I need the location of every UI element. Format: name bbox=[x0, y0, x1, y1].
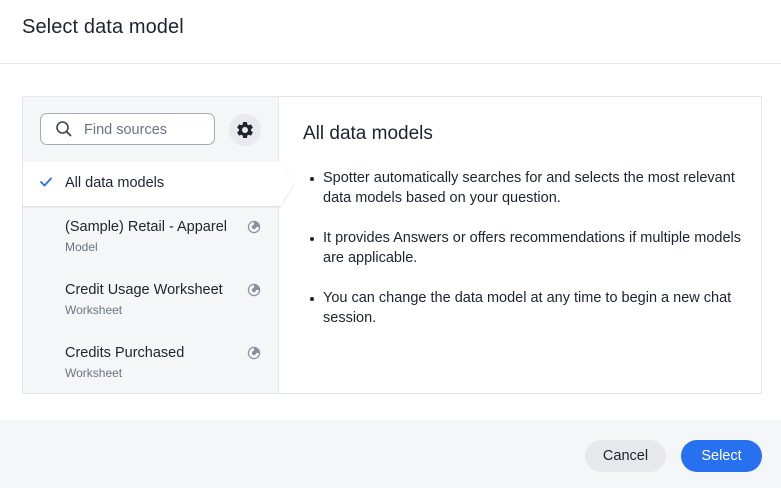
sidebar-item-credit-usage-worksheet[interactable]: Credit Usage Worksheet Worksheet bbox=[23, 282, 279, 342]
sidebar-item-sample-retail-apparel[interactable]: (Sample) Retail - Apparel Model bbox=[23, 219, 279, 279]
sidebar-item-all-data-models[interactable]: All data models bbox=[23, 162, 293, 206]
bullet-dot bbox=[310, 237, 314, 241]
cancel-button[interactable]: Cancel bbox=[585, 440, 666, 472]
search-box[interactable] bbox=[40, 113, 215, 145]
bullet-text: You can change the data model at any tim… bbox=[323, 290, 732, 326]
sidebar-item-credits-purchased[interactable]: Credits Purchased Worksheet bbox=[23, 345, 279, 405]
select-button[interactable]: Select bbox=[681, 440, 762, 472]
bullet-dot bbox=[310, 297, 314, 301]
find-sources-input[interactable] bbox=[84, 120, 209, 140]
source-name: Credits Purchased bbox=[65, 345, 185, 361]
dialog-footer: Cancel Select bbox=[0, 420, 781, 488]
eye-icon[interactable] bbox=[247, 283, 261, 297]
eye-icon[interactable] bbox=[247, 346, 261, 360]
source-name: (Sample) Retail - Apparel bbox=[65, 219, 227, 235]
bullet-item: It provides Answers or offers recommenda… bbox=[303, 228, 743, 268]
bullet-dot bbox=[310, 177, 314, 181]
check-icon bbox=[40, 177, 52, 187]
source-name: Credit Usage Worksheet bbox=[65, 282, 223, 298]
source-type: Worksheet bbox=[65, 303, 123, 317]
gear-icon bbox=[237, 122, 253, 138]
dialog-header: Select data model bbox=[0, 0, 781, 64]
search-icon bbox=[56, 121, 72, 137]
bullet-text: Spotter automatically searches for and s… bbox=[323, 170, 735, 206]
details-title: All data models bbox=[303, 123, 433, 144]
bullet-item: You can change the data model at any tim… bbox=[303, 288, 743, 328]
data-model-panel: All data models (Sample) Retail - Appare… bbox=[22, 96, 762, 394]
source-type: Model bbox=[65, 240, 98, 254]
source-type: Worksheet bbox=[65, 366, 123, 380]
sources-sidebar: All data models (Sample) Retail - Appare… bbox=[23, 97, 293, 393]
settings-button[interactable] bbox=[229, 114, 261, 146]
select-data-model-dialog: Select data model Find sources All data … bbox=[0, 0, 781, 488]
bullet-text: It provides Answers or offers recommenda… bbox=[323, 230, 741, 266]
sidebar-item-label: All data models bbox=[65, 175, 165, 191]
data-model-details: All data models Spotter automatically se… bbox=[303, 123, 743, 348]
details-bullet-list: Spotter automatically searches for and s… bbox=[303, 168, 743, 328]
bullet-item: Spotter automatically searches for and s… bbox=[303, 168, 743, 208]
eye-icon[interactable] bbox=[247, 220, 261, 234]
dialog-title: Select data model bbox=[22, 16, 184, 38]
